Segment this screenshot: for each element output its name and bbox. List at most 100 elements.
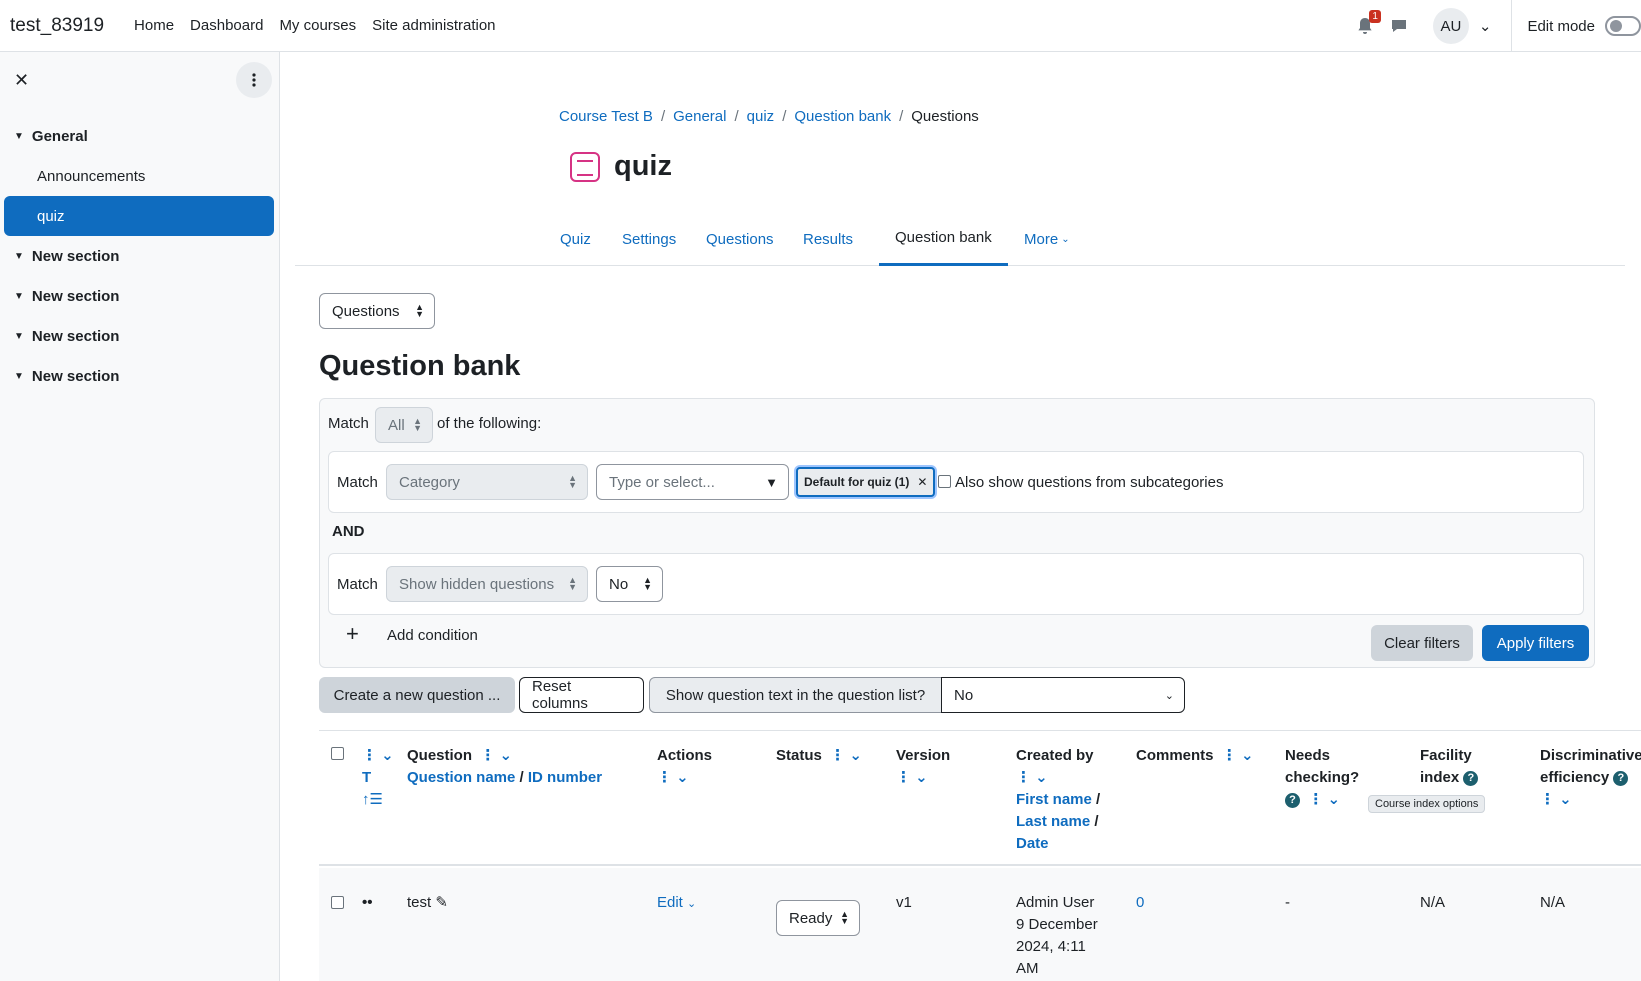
help-icon[interactable]: ? xyxy=(1613,770,1629,786)
select-all-checkbox[interactable] xyxy=(331,747,344,760)
breadcrumb-section[interactable]: General xyxy=(673,108,726,125)
chevron-down-icon[interactable]: ▼ xyxy=(14,331,24,342)
help-icon[interactable]: ? xyxy=(1285,792,1300,808)
column-title-line1: Facility xyxy=(1420,747,1472,764)
breadcrumb-current: Questions xyxy=(911,108,979,125)
tab-results[interactable]: Results xyxy=(787,212,869,266)
chevron-down-icon: ⌄ xyxy=(687,898,697,910)
column-options-icon[interactable]: ⋮ ⌄ xyxy=(1016,769,1048,786)
updown-arrows-icon: ▲ ▼ xyxy=(643,575,652,592)
question-status-select[interactable]: Ready ▲ ▼ xyxy=(776,900,860,936)
section-new-2[interactable]: ▼ New section xyxy=(0,276,280,316)
tab-question-bank[interactable]: Question bank xyxy=(879,212,1008,266)
reset-columns-button[interactable]: Reset columns xyxy=(519,677,644,713)
column-options-icon[interactable]: ⋮ ⌄ xyxy=(657,769,689,786)
apply-filters-button[interactable]: Apply filters xyxy=(1482,625,1589,661)
breadcrumb: Course Test B / General / quiz / Questio… xyxy=(559,108,979,125)
tab-questions[interactable]: Questions xyxy=(690,212,790,266)
nav-home[interactable]: Home xyxy=(134,17,174,34)
select-value: Show hidden questions xyxy=(399,575,555,593)
course-index-item-announcements[interactable]: Announcements xyxy=(0,156,280,196)
user-avatar[interactable]: AU xyxy=(1432,8,1469,44)
chevron-down-icon[interactable]: ▼ xyxy=(14,291,24,302)
course-index-item-quiz[interactable]: quiz xyxy=(4,196,274,236)
nav-site-administration[interactable]: Site administration xyxy=(372,17,495,34)
discriminative-efficiency-value: N/A xyxy=(1540,894,1566,911)
section-title: New section xyxy=(31,367,120,385)
created-date: AM xyxy=(1016,960,1039,977)
section-general[interactable]: ▼ General xyxy=(0,116,280,156)
plus-icon[interactable]: + xyxy=(346,623,359,645)
section-new-3[interactable]: ▼ New section xyxy=(0,316,280,356)
sort-by-id-number-link[interactable]: ID number xyxy=(528,769,602,786)
sort-by-question-name-link[interactable]: Question name xyxy=(407,769,515,786)
help-icon[interactable]: ? xyxy=(1463,770,1479,786)
column-options-icon[interactable]: ⋮ ⌄ xyxy=(826,747,862,764)
nav-dashboard[interactable]: Dashboard xyxy=(190,17,263,34)
breadcrumb-course[interactable]: Course Test B xyxy=(559,108,653,125)
page-header: quiz xyxy=(570,150,672,183)
column-options-icon[interactable]: ⋮ ⌄ xyxy=(896,769,928,786)
breadcrumb-quiz[interactable]: quiz xyxy=(747,108,775,125)
select-value: Ready xyxy=(789,909,833,927)
match-type-select[interactable]: All ▲ ▼ xyxy=(375,407,433,443)
match-label: Match xyxy=(328,415,369,432)
column-version: Version ⋮ ⌄ xyxy=(896,745,950,789)
subcategories-checkbox[interactable] xyxy=(938,475,951,488)
column-options-icon[interactable]: ⋮ ⌄ xyxy=(476,747,512,764)
selected-category-chip[interactable]: Default for quiz (1) ✕ xyxy=(796,467,936,497)
messages-button[interactable] xyxy=(1389,16,1409,36)
column-title-line2: efficiency xyxy=(1540,769,1610,786)
sort-by-date-link[interactable]: Date xyxy=(1016,835,1049,852)
filter-type-select[interactable]: Show hidden questions ▲ ▼ xyxy=(386,566,588,602)
question-bank-nav-select[interactable]: Questions ▲ ▼ xyxy=(319,293,435,329)
course-index-options-button[interactable] xyxy=(236,62,272,98)
create-new-question-button[interactable]: Create a new question ... xyxy=(319,677,515,713)
filter-type-select[interactable]: Category ▲ ▼ xyxy=(386,464,588,500)
subcategories-label: Also show questions from subcategories xyxy=(955,474,1224,491)
tab-quiz[interactable]: Quiz xyxy=(544,212,607,266)
created-date: 9 December xyxy=(1016,916,1098,933)
clear-filters-button[interactable]: Clear filters xyxy=(1371,625,1473,661)
row-checkbox[interactable] xyxy=(331,896,344,909)
breadcrumb-question-bank[interactable]: Question bank xyxy=(794,108,891,125)
sort-by-last-name-link[interactable]: Last name xyxy=(1016,813,1090,830)
chevron-down-icon[interactable]: ⌄ xyxy=(1479,17,1492,35)
column-options-icon[interactable]: ⋮ ⌄ xyxy=(362,747,394,764)
edit-actions-menu[interactable]: Edit ⌄ xyxy=(657,892,696,915)
section-new-4[interactable]: ▼ New section xyxy=(0,356,280,396)
comments-count-link[interactable]: 0 xyxy=(1136,892,1144,914)
column-options-icon[interactable]: ⋮ ⌄ xyxy=(1540,791,1572,808)
site-brand[interactable]: test_83919 xyxy=(10,15,104,37)
show-hidden-select[interactable]: No ▲ ▼ xyxy=(596,566,663,602)
navbar-right: 1 AU ⌄ Edit mode xyxy=(1355,0,1641,52)
tab-settings[interactable]: Settings xyxy=(606,212,692,266)
sort-ascending-icon[interactable]: ↑☰ xyxy=(362,791,383,808)
category-autocomplete[interactable]: Type or select... ▼ xyxy=(596,464,789,500)
add-condition-button[interactable]: Add condition xyxy=(387,627,478,644)
column-needs-checking: Needs checking? ? ⋮ ⌄ xyxy=(1285,745,1359,811)
updown-arrows-icon: ▲ ▼ xyxy=(840,909,849,926)
sort-by-type-link[interactable]: T xyxy=(362,769,371,786)
edit-mode-toggle[interactable] xyxy=(1605,16,1641,36)
notifications-button[interactable]: 1 xyxy=(1355,10,1381,36)
sort-by-first-name-link[interactable]: First name xyxy=(1016,791,1092,808)
column-options-icon[interactable]: ⋮ ⌄ xyxy=(1304,791,1340,808)
section-new-1[interactable]: ▼ New section xyxy=(0,236,280,276)
dropdown-arrow-icon[interactable]: ▼ xyxy=(765,475,778,490)
column-title-line2: index xyxy=(1420,769,1460,786)
chevron-down-icon[interactable]: ▼ xyxy=(14,131,24,142)
close-icon[interactable]: ✕ xyxy=(14,70,29,91)
section-title: New section xyxy=(31,247,120,265)
column-title: Comments xyxy=(1136,747,1214,764)
remove-icon[interactable]: ✕ xyxy=(917,475,927,489)
chevron-down-icon[interactable]: ▼ xyxy=(14,251,24,262)
edit-label: Edit xyxy=(657,894,683,911)
pencil-icon[interactable]: ✎ xyxy=(435,894,448,911)
column-options-icon[interactable]: ⋮ ⌄ xyxy=(1218,747,1254,764)
chevron-down-icon[interactable]: ▼ xyxy=(14,371,24,382)
updown-arrows-icon: ▲ ▼ xyxy=(568,473,577,490)
nav-my-courses[interactable]: My courses xyxy=(279,17,356,34)
show-question-text-select[interactable]: No ⌄ xyxy=(941,677,1185,713)
tab-more[interactable]: More ⌄ xyxy=(1008,212,1086,266)
